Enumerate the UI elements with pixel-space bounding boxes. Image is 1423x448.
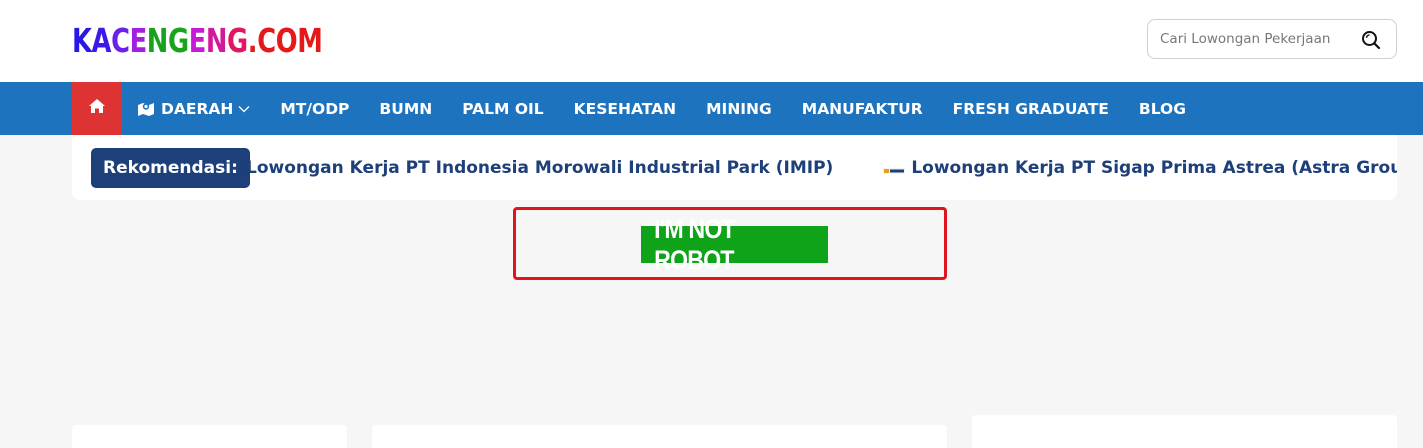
nav-item-blog[interactable]: BLOG: [1124, 82, 1201, 135]
nav-item-label: MANUFAKTUR: [801, 99, 923, 118]
nav-item-label: PALM OIL: [462, 99, 544, 118]
nav-item-palm-oil[interactable]: PALM OIL: [447, 82, 558, 135]
captcha-box: I'M NOT ROBOT: [513, 207, 947, 280]
nav-item-label: BLOG: [1138, 99, 1186, 118]
search-input[interactable]: [1160, 31, 1360, 47]
logo-letter: A: [91, 20, 112, 60]
logo-letter: M: [297, 20, 323, 60]
site-logo[interactable]: KACENGENG.COM: [72, 20, 323, 60]
nav-item-fresh-graduate[interactable]: FRESH GRADUATE: [938, 82, 1124, 135]
main-card: [372, 425, 947, 448]
logo-letter: N: [205, 20, 228, 60]
logo-letter: N: [146, 20, 169, 60]
not-robot-button[interactable]: I'M NOT ROBOT: [641, 214, 828, 275]
nav-home-button[interactable]: [72, 82, 122, 135]
nav-item-label: MINING: [706, 99, 772, 118]
recommendation-label: Rekomendasi:: [91, 148, 250, 188]
nav-item-label: MT/ODP: [280, 99, 350, 118]
nav-item-label: BUMN: [379, 99, 433, 118]
logo-letter: E: [129, 20, 148, 60]
logo-letter: C: [257, 20, 276, 60]
nav-item-manufaktur[interactable]: MANUFAKTUR: [787, 82, 938, 135]
home-icon: [88, 98, 106, 119]
nav-item-label: KESEHATAN: [573, 99, 677, 118]
company-logo-thumbnail: [883, 163, 906, 174]
main-navigation: DAERAH MT/ODP BUMN PALM OIL KESEHATAN MINING M…: [0, 82, 1423, 135]
recommendation-link[interactable]: Lowongan Kerja PT Sigap Prima Astrea (As…: [911, 158, 1397, 178]
nav-item-mining[interactable]: MINING: [691, 82, 787, 135]
logo-letter: O: [275, 20, 298, 60]
recommendation-bar: Rekomendasi: Lowongan Kerja PT Indonesia…: [72, 135, 1397, 200]
nav-menu: DAERAH MT/ODP BUMN PALM OIL KESEHATAN MINING M…: [122, 82, 1201, 135]
map-icon: [137, 101, 155, 116]
logo-letter: K: [72, 20, 92, 60]
logo-letter: C: [111, 20, 130, 60]
nav-item-label: DAERAH: [161, 99, 234, 118]
not-robot-label: I'M NOT ROBOT: [654, 213, 736, 275]
logo-letter: .: [247, 20, 258, 60]
chevron-down-icon: [238, 105, 250, 113]
search-box: [1147, 19, 1397, 59]
logo-letter: G: [167, 20, 189, 60]
recommendation-link[interactable]: Lowongan Kerja PT Indonesia Morowali Ind…: [246, 158, 833, 178]
nav-item-daerah[interactable]: DAERAH: [122, 82, 265, 135]
logo-letter: E: [188, 20, 207, 60]
site-header: KACENGENG.COM: [0, 0, 1423, 82]
nav-item-mt-odp[interactable]: MT/ODP: [265, 82, 364, 135]
sidebar-card: [972, 415, 1397, 448]
nav-item-bumn[interactable]: BUMN: [364, 82, 447, 135]
left-card: [72, 425, 347, 448]
logo-letter: G: [227, 20, 248, 60]
recommendation-ticker: Lowongan Kerja PT Indonesia Morowali Ind…: [246, 148, 1397, 188]
nav-item-label: FRESH GRADUATE: [952, 99, 1109, 118]
search-icon[interactable]: [1360, 29, 1382, 51]
nav-item-kesehatan[interactable]: KESEHATAN: [559, 82, 691, 135]
